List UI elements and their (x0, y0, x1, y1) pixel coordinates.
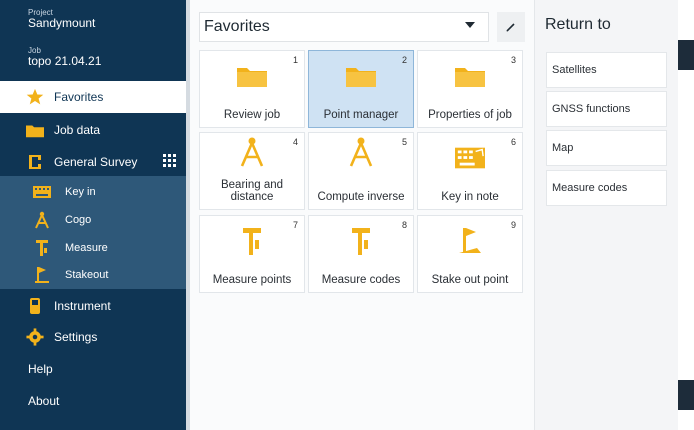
return-to-label: Measure codes (552, 182, 628, 194)
survey-pole-icon (346, 226, 376, 256)
folder-icon (237, 61, 267, 91)
compass-icon (237, 137, 267, 167)
favorite-tile-5[interactable]: 5 Compute inverse (308, 132, 414, 210)
survey-pole-icon (237, 226, 267, 256)
favorite-tile-8[interactable]: 8 Measure codes (308, 215, 414, 293)
sidebar-subitem-label: Measure (65, 242, 108, 254)
tile-label: Point manager (323, 108, 399, 121)
return-to-gnss-functions[interactable]: GNSS functions (546, 91, 667, 127)
tile-label: Key in note (441, 190, 499, 203)
job-info: Job topo 21.04.21 (28, 46, 102, 69)
return-to-satellites[interactable]: Satellites (546, 52, 667, 88)
edit-button[interactable] (497, 12, 525, 42)
sidebar: Project Sandymount Job topo 21.04.21 Fav… (0, 0, 186, 430)
sidebar-subitem-key-in[interactable]: Key in (0, 178, 186, 206)
project-name: Sandymount (28, 16, 96, 31)
folder-icon (455, 61, 485, 91)
return-to-title: Return to (545, 16, 611, 33)
tile-label: Stake out point (431, 273, 509, 286)
general-survey-submenu: Key in Cogo Measure Stakeout (0, 176, 186, 289)
sidebar-item-favorites[interactable]: Favorites (0, 81, 186, 113)
survey-pole-icon (33, 239, 51, 257)
sidebar-item-label: Help (28, 362, 53, 376)
survey-icon (26, 153, 44, 171)
favorites-select-value: Favorites (204, 18, 270, 35)
favorite-tile-1[interactable]: 1 Review job (199, 50, 305, 128)
tile-label: Properties of job (428, 108, 512, 121)
favorite-tile-4[interactable]: 4 Bearing and distance (199, 132, 305, 210)
sidebar-item-job-data[interactable]: Job data (0, 114, 186, 146)
return-to-label: GNSS functions (552, 103, 631, 115)
tile-number: 7 (292, 220, 298, 230)
favorite-tile-2[interactable]: 2 Point manager (308, 50, 414, 128)
sidebar-item-label: Favorites (54, 90, 104, 104)
sidebar-item-label: Settings (54, 330, 98, 344)
sidebar-item-label: General Survey (54, 155, 138, 169)
compass-icon (33, 211, 51, 229)
sidebar-item-about[interactable]: About (0, 385, 186, 417)
return-to-map[interactable]: Map (546, 130, 667, 166)
compass-icon (346, 137, 376, 167)
stakeout-flag-icon (33, 266, 51, 284)
sidebar-subitem-label: Cogo (65, 214, 92, 226)
folder-icon (346, 61, 376, 91)
sidebar-item-instrument[interactable]: Instrument (0, 290, 186, 322)
favorite-tile-3[interactable]: 3 Properties of job (417, 50, 523, 128)
keyboard-icon (455, 143, 485, 173)
tile-label: Bearing and distance (220, 178, 284, 203)
tile-number: 9 (510, 220, 516, 230)
favorite-tile-9[interactable]: 9 Stake out point (417, 215, 523, 293)
sidebar-item-label: About (28, 394, 60, 408)
favorite-tile-7[interactable]: 7 Measure points (199, 215, 305, 293)
favorites-select[interactable]: Favorites (199, 12, 489, 42)
keyboard-icon (33, 183, 51, 201)
sidebar-item-general-survey[interactable]: General Survey (0, 146, 186, 178)
job-name: topo 21.04.21 (28, 54, 102, 69)
favorite-tile-6[interactable]: 6 Key in note (417, 132, 523, 210)
window-edge-bar (678, 40, 694, 70)
tile-number: 3 (510, 55, 516, 65)
sidebar-subitem-measure[interactable]: Measure (0, 234, 186, 262)
sidebar-item-label: Instrument (54, 299, 111, 313)
folder-icon (26, 121, 44, 139)
tile-number: 6 (510, 137, 516, 147)
instrument-icon (26, 297, 44, 315)
sidebar-subitem-label: Key in (65, 186, 96, 198)
sidebar-item-label: Job data (54, 123, 101, 137)
sidebar-subitem-label: Stakeout (65, 269, 109, 281)
stakeout-flag-icon (455, 226, 485, 256)
return-to-label: Map (552, 142, 574, 154)
tile-number: 4 (292, 137, 298, 147)
tile-number: 1 (292, 55, 298, 65)
pencil-icon (506, 23, 515, 32)
tile-number: 8 (401, 220, 407, 230)
return-to-label: Satellites (552, 64, 597, 76)
chevron-down-icon[interactable] (465, 22, 475, 28)
sidebar-item-settings[interactable]: Settings (0, 321, 186, 353)
window-edge-bar (678, 380, 694, 410)
app-window: Project Sandymount Job topo 21.04.21 Fav… (0, 0, 694, 430)
sidebar-subitem-stakeout[interactable]: Stakeout (0, 261, 186, 289)
tile-label: Measure points (212, 273, 292, 286)
sidebar-subitem-cogo[interactable]: Cogo (0, 206, 186, 234)
sidebar-item-help[interactable]: Help (0, 353, 186, 385)
tile-label: Compute inverse (317, 190, 405, 203)
tile-number: 2 (401, 55, 407, 65)
gear-icon (26, 328, 44, 346)
return-to-measure-codes[interactable]: Measure codes (546, 170, 667, 206)
project-info: Project Sandymount (28, 8, 96, 31)
tile-number: 5 (401, 137, 407, 147)
app-grid-icon[interactable] (163, 154, 177, 168)
star-icon (26, 88, 44, 106)
tile-label: Measure codes (321, 273, 401, 286)
tile-label: Review job (223, 108, 281, 121)
